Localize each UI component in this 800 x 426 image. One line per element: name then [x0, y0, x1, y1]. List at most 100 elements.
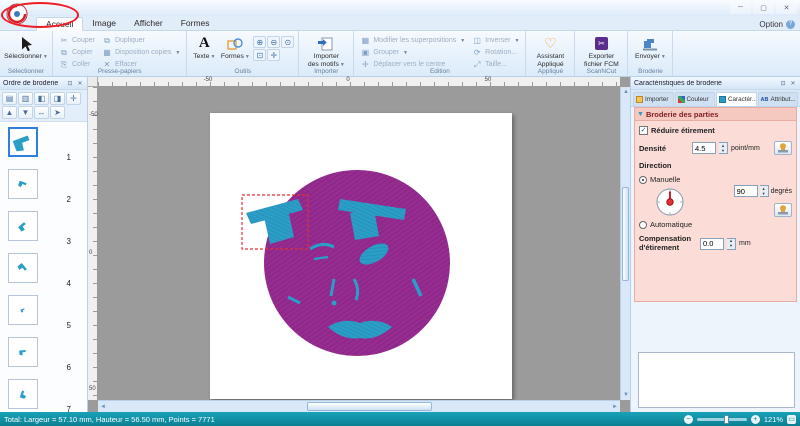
tab-accueil[interactable]: Accueil — [36, 17, 83, 31]
zoom-actual-tool[interactable]: ⊙ — [281, 36, 294, 48]
rotation-button[interactable]: ⟳Rotation... — [470, 47, 521, 58]
frame-view-icon[interactable]: ▥ — [18, 92, 33, 105]
fit-page-button[interactable]: ▭ — [787, 415, 796, 424]
tab-import-panel[interactable]: Importer — [633, 92, 674, 106]
duplicate-button[interactable]: ⧉Dupliquer — [100, 35, 182, 46]
shapes-tool-button[interactable]: Formes▼ — [220, 33, 250, 61]
modify-overlaps-button[interactable]: ▦Modifier les superpositions▼ — [358, 35, 467, 46]
tab-text-label: Attribut... — [770, 96, 795, 103]
swap-icon[interactable]: ↔ — [34, 106, 49, 119]
zoom-out-button[interactable]: − — [684, 415, 693, 424]
pe-design-window: ─ ▢ ✕ Accueil Image Afficher Formes Opti… — [0, 0, 800, 426]
angle-input[interactable] — [734, 185, 758, 197]
send-button[interactable]: Envoyer▼ — [632, 33, 668, 61]
application-menu-button[interactable] — [6, 3, 28, 25]
zoom-in-tool[interactable]: ⊕ — [253, 36, 266, 48]
move-up-icon[interactable]: ▲ — [2, 106, 17, 119]
zoom-tools: ⊕ ⊖ ⊙ ⊡ ✛ — [253, 33, 294, 61]
shapes-icon — [227, 35, 243, 52]
text-tool-button[interactable]: A Texte▼ — [191, 33, 217, 61]
option-menu[interactable]: Option ? — [759, 18, 795, 30]
stitch-part-thumbnail — [8, 337, 38, 367]
center-view-icon[interactable]: ✛ — [66, 92, 81, 105]
zoom-out-tool[interactable]: ⊖ — [267, 36, 280, 48]
stitch-order-item[interactable]: 4 — [0, 250, 87, 292]
select-button[interactable]: Sélectionner▼ — [4, 33, 48, 61]
direction-apply-button[interactable] — [774, 203, 792, 217]
zoom-slider-thumb[interactable] — [724, 415, 729, 424]
tab-image[interactable]: Image — [83, 16, 125, 30]
panel-close-icon[interactable]: ✕ — [76, 80, 84, 87]
design-page[interactable] — [210, 113, 512, 399]
tab-afficher[interactable]: Afficher — [125, 16, 172, 30]
duplicate-icon: ⧉ — [102, 37, 112, 45]
chevron-down-icon: ▼ — [175, 50, 180, 56]
density-input[interactable] — [692, 142, 716, 154]
cut-label: Couper — [72, 37, 95, 44]
direction-dial[interactable] — [655, 187, 685, 217]
zoom-in-button[interactable]: + — [751, 415, 760, 424]
direction-manual-radio[interactable]: Manuelle — [639, 175, 727, 184]
tab-color-panel[interactable]: Couleur — [675, 92, 716, 106]
panel-close-icon[interactable]: ✕ — [789, 80, 797, 87]
spin-down-icon[interactable]: ▼ — [760, 191, 768, 196]
part-view-icon[interactable]: ◧ — [34, 92, 49, 105]
scroll-right-icon[interactable]: ► — [610, 402, 620, 412]
stitch-order-number: 4 — [67, 279, 71, 288]
stitch-order-item[interactable]: 5 — [0, 292, 87, 334]
copy-button[interactable]: ⧉Copier — [57, 47, 97, 58]
stitch-part-thumbnail — [8, 379, 38, 409]
compensation-spinner[interactable]: ▲▼ — [727, 238, 736, 250]
spin-down-icon[interactable]: ▼ — [719, 148, 727, 153]
stitch-order-item[interactable]: 3 — [0, 208, 87, 250]
layout-copies-button[interactable]: ▦Disposition copies▼ — [100, 47, 182, 58]
tab-formes[interactable]: Formes — [172, 16, 219, 30]
cut-button[interactable]: ✂Couper — [57, 35, 97, 46]
reduce-stretch-checkbox[interactable]: ✓ — [639, 126, 648, 135]
horizontal-scroll-thumb[interactable] — [307, 402, 432, 411]
attributes-titlebar: Caractéristiques de broderie ⊡ ✕ — [631, 77, 800, 90]
dock-icon[interactable]: ⊡ — [66, 80, 74, 87]
embroidery-design[interactable] — [210, 113, 512, 399]
dock-icon[interactable]: ⊡ — [779, 80, 787, 87]
angle-spinner[interactable]: ▲▼ — [760, 185, 769, 197]
stitch-order-item[interactable]: 6 — [0, 334, 87, 376]
canvas[interactable] — [98, 87, 620, 400]
select-part-icon[interactable]: ➤ — [50, 106, 65, 119]
optimize-icon[interactable]: ◨ — [50, 92, 65, 105]
invert-button[interactable]: ◫Inverser▼ — [470, 35, 521, 46]
spin-down-icon[interactable]: ▼ — [727, 244, 735, 249]
direction-auto-radio[interactable]: Automatique — [639, 220, 727, 229]
import-patterns-button[interactable]: Importer des motifs▼ — [303, 33, 349, 69]
stitch-order-toolbar: ▤ ▥ ◧ ◨ ✛ ▲ ▼ ↔ ➤ — [0, 90, 87, 122]
density-spinner[interactable]: ▲▼ — [719, 142, 728, 154]
collapse-icon[interactable]: ▼ — [637, 111, 644, 118]
scroll-left-icon[interactable]: ◄ — [98, 402, 108, 412]
horizontal-scrollbar[interactable]: ◄ ► — [98, 400, 620, 412]
stitch-part-thumbnail — [8, 211, 38, 241]
zoom-fit-tool[interactable]: ⊡ — [253, 49, 266, 61]
vertical-scrollbar[interactable]: ▲ ▼ — [620, 87, 630, 400]
tab-sewing-attributes[interactable]: Caractér... — [716, 92, 757, 106]
stitch-order-item[interactable]: 1 — [0, 124, 87, 166]
zoom-slider[interactable] — [697, 418, 747, 421]
tab-text-attributes[interactable]: ABAttribut... — [758, 92, 799, 106]
minimize-button[interactable]: ─ — [730, 1, 751, 14]
embroidery-machine-icon — [642, 35, 658, 52]
applique-wizard-button[interactable]: ♡ Assistant Appliqué — [530, 33, 570, 69]
compensation-input[interactable] — [700, 238, 724, 250]
group-objects-button[interactable]: ▣Grouper▼ — [358, 47, 467, 58]
zoom-level: 121% — [764, 415, 783, 424]
export-fcm-button[interactable]: ✂ Exporter fichier FCM — [579, 33, 623, 69]
move-down-icon[interactable]: ▼ — [18, 106, 33, 119]
pan-tool[interactable]: ✛ — [267, 49, 280, 61]
color-order-icon[interactable]: ▤ — [2, 92, 17, 105]
density-apply-button[interactable] — [774, 141, 792, 155]
maximize-button[interactable]: ▢ — [753, 1, 774, 14]
stitch-order-item[interactable]: 2 — [0, 166, 87, 208]
close-button[interactable]: ✕ — [776, 1, 797, 14]
vertical-scroll-thumb[interactable] — [622, 187, 629, 281]
part-shape-icon — [15, 386, 31, 402]
stitch-order-item[interactable]: 7 — [0, 376, 87, 412]
heart-icon: ♡ — [544, 35, 557, 52]
